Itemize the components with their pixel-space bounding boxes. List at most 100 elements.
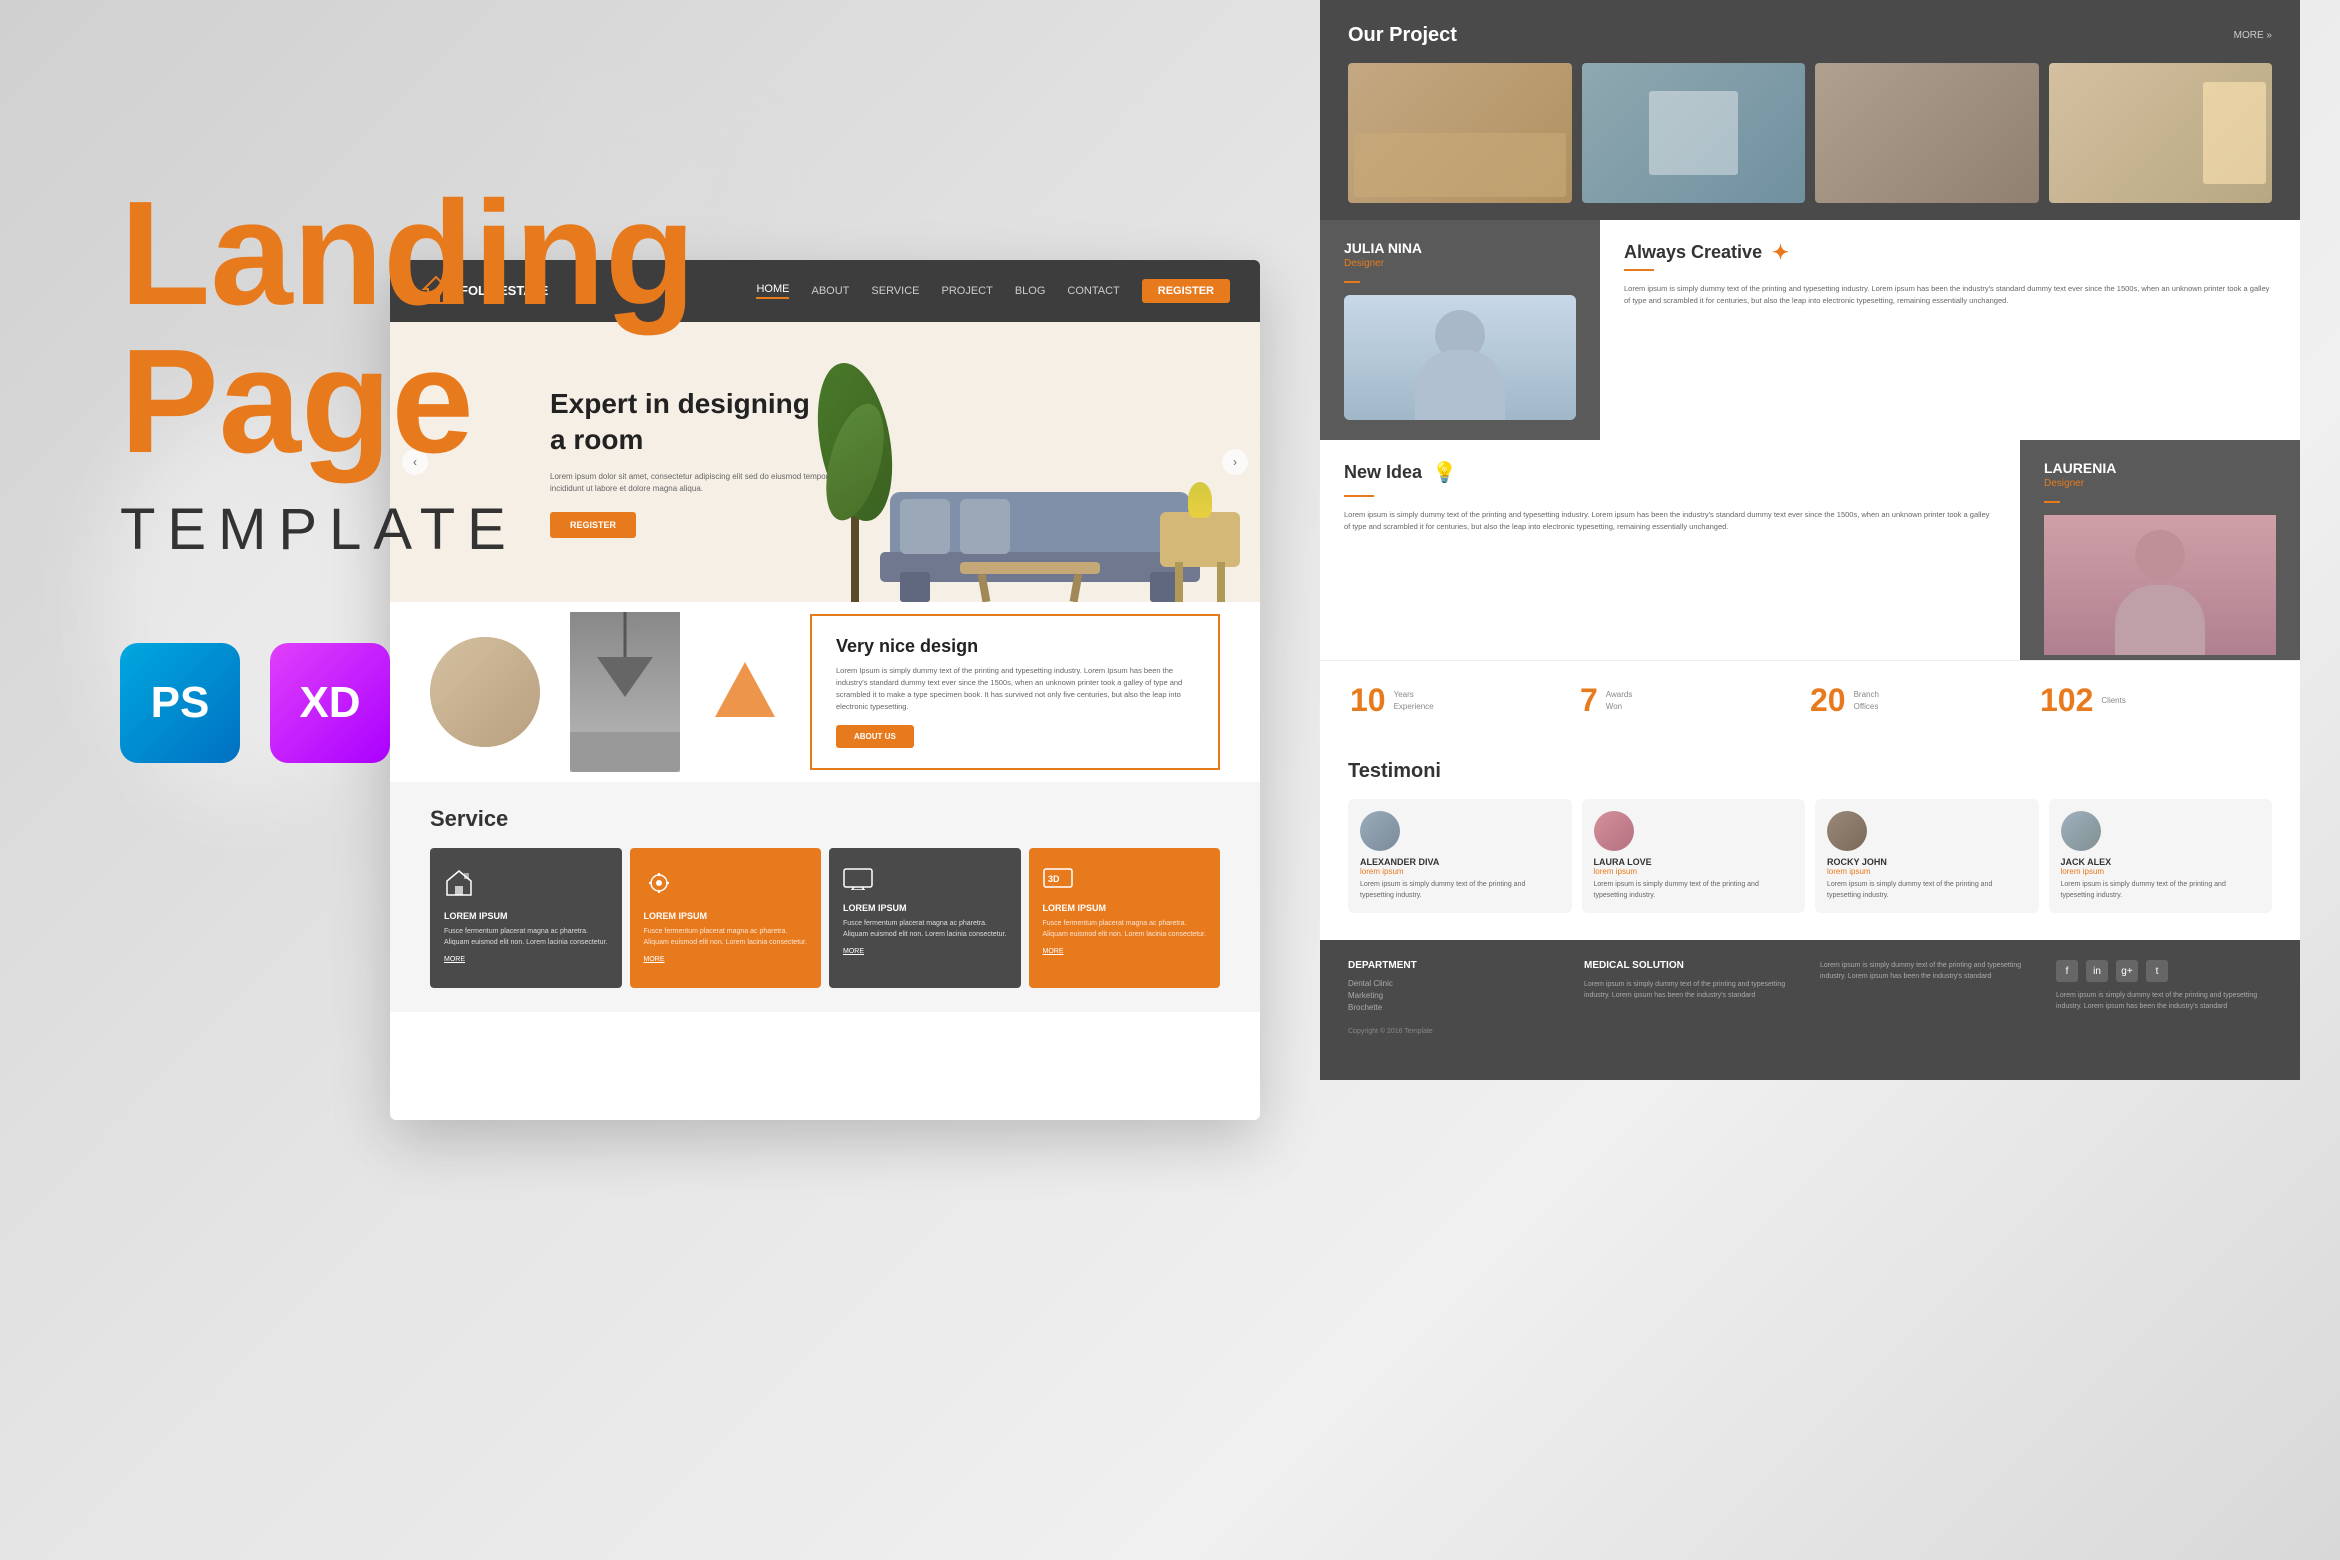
tools-row: PS XD — [120, 643, 390, 763]
testimoni-panel: Testimoni ALEXANDER DIVA lorem ipsum Lor… — [1320, 740, 2300, 940]
footer-col-2: MEDICAL SOLUTION Lorem ipsum is simply d… — [1584, 960, 1800, 1060]
team-right-1: Always Creative ✦ Lorem ipsum is simply … — [1600, 220, 2300, 440]
service-card-3-more[interactable]: MORE — [843, 948, 1007, 955]
xd-badge: XD — [270, 643, 390, 763]
creative-divider — [1624, 269, 1654, 271]
idea-icon: 💡 — [1432, 460, 1457, 485]
project-panel-title: Our Project — [1348, 24, 1457, 47]
testi-avatar-1 — [1360, 811, 1400, 851]
creative-icon: ✦ — [1772, 240, 1789, 265]
nav-service[interactable]: SERVICE — [871, 285, 919, 297]
testi-text-1: Lorem ipsum is simply dummy text of the … — [1360, 880, 1560, 901]
stats-panel: 10 YearsExperience 7 AwardsWon 20 Branch… — [1320, 660, 2300, 740]
stat-1-label: YearsExperience — [1394, 689, 1434, 711]
member-2-photo — [2044, 515, 2276, 655]
stat-1-number: 10 — [1350, 682, 1386, 719]
testi-avatar-2 — [1594, 811, 1634, 851]
testi-name-3: ROCKY JOHN — [1827, 857, 2027, 867]
about-us-button[interactable]: ABOUT US — [836, 725, 914, 748]
member-1-photo — [1344, 295, 1576, 420]
instagram-icon[interactable]: in — [2086, 960, 2108, 982]
hero-next-button[interactable]: › — [1222, 449, 1248, 475]
right-panels: Our Project MORE » — [1320, 0, 2300, 1080]
testi-role-2: lorem ipsum — [1594, 867, 1794, 876]
stat-4-label: Clients — [2101, 695, 2125, 706]
creative-title: Always Creative ✦ — [1624, 240, 2276, 265]
testi-avatar-4 — [2061, 811, 2101, 851]
testi-role-4: lorem ipsum — [2061, 867, 2261, 876]
facebook-icon[interactable]: f — [2056, 960, 2078, 982]
nav-blog[interactable]: BLOG — [1015, 285, 1046, 297]
testi-role-1: lorem ipsum — [1360, 867, 1560, 876]
testi-name-4: JACK ALEX — [2061, 857, 2261, 867]
service-card-4-more[interactable]: MORE — [1043, 948, 1207, 955]
our-project-panel: Our Project MORE » — [1320, 0, 2300, 220]
member-2-role: Designer — [2044, 478, 2276, 489]
nav-register-button[interactable]: REGISTER — [1142, 279, 1230, 303]
about-box-title: Very nice design — [836, 636, 1194, 657]
testimoni-cards: ALEXANDER DIVA lorem ipsum Lorem ipsum i… — [1348, 799, 2272, 913]
testi-text-2: Lorem ipsum is simply dummy text of the … — [1594, 880, 1794, 901]
team-panel-1: JULIA NINA Designer Always Creative ✦ — [1320, 220, 2300, 440]
project-more-link[interactable]: MORE » — [2234, 30, 2272, 41]
stat-4-number: 102 — [2040, 682, 2093, 719]
sub-title: TEMPLATE — [120, 496, 518, 563]
testi-name-1: ALEXANDER DIVA — [1360, 857, 1560, 867]
testimoni-title: Testimoni — [1348, 760, 2272, 783]
stat-2-label: AwardsWon — [1606, 689, 1633, 711]
team-panel-2: LAURENIA Designer — [2020, 440, 2300, 660]
team-left-1: JULIA NINA Designer — [1320, 220, 1600, 440]
left-panel: Landing Page TEMPLATE PS XD — [0, 0, 820, 1560]
testi-avatar-3 — [1827, 811, 1867, 851]
googleplus-icon[interactable]: g+ — [2116, 960, 2138, 982]
stat-3: 20 BranchOffices — [1810, 682, 2040, 719]
3d-icon: 3D — [1043, 868, 1073, 890]
member-1-name: JULIA NINA — [1344, 240, 1576, 256]
service-card-4-title: LOREM IPSUM — [1043, 903, 1207, 913]
footer-col-4-text: Lorem ipsum is simply dummy text of the … — [2056, 990, 2272, 1012]
stat-1: 10 YearsExperience — [1350, 682, 1580, 719]
idea-text: Lorem ipsum is simply dummy text of the … — [1344, 509, 1996, 533]
nav-links: HOME ABOUT SERVICE PROJECT BLOG CONTACT … — [756, 279, 1230, 303]
screen-icon — [843, 868, 873, 890]
footer-social-icons: f in g+ t — [2056, 960, 2272, 982]
service-card-4-text: Fusce fermentum placerat magna ac pharet… — [1043, 919, 1207, 940]
testi-card-1: ALEXANDER DIVA lorem ipsum Lorem ipsum i… — [1348, 799, 1572, 913]
project-panel-header: Our Project MORE » — [1348, 24, 2272, 47]
testi-card-4: JACK ALEX lorem ipsum Lorem ipsum is sim… — [2049, 799, 2273, 913]
svg-text:3D: 3D — [1048, 874, 1060, 884]
testi-name-2: LAURA LOVE — [1594, 857, 1794, 867]
twitter-icon[interactable]: t — [2146, 960, 2168, 982]
stat-4: 102 Clients — [2040, 682, 2270, 719]
hero-furniture — [800, 342, 1260, 602]
photoshop-badge: PS — [120, 643, 240, 763]
idea-title: New Idea 💡 — [1344, 460, 1996, 485]
member-1-role: Designer — [1344, 258, 1576, 269]
about-box-text: Lorem Ipsum is simply dummy text of the … — [836, 665, 1194, 713]
footer-dept-item-1: Dental Clinic — [1348, 979, 1564, 988]
idea-panel: New Idea 💡 Lorem ipsum is simply dummy t… — [1320, 440, 2020, 660]
nav-contact[interactable]: CONTACT — [1067, 285, 1119, 297]
nav-project[interactable]: PROJECT — [941, 285, 992, 297]
testi-text-3: Lorem ipsum is simply dummy text of the … — [1827, 880, 2027, 901]
idea-divider — [1344, 495, 1374, 497]
footer-col-3: Lorem ipsum is simply dummy text of the … — [1820, 960, 2036, 1060]
footer-col-4: f in g+ t Lorem ipsum is simply dummy te… — [2056, 960, 2272, 1060]
testi-card-3: ROCKY JOHN lorem ipsum Lorem ipsum is si… — [1815, 799, 2039, 913]
footer-panel: DEPARTMENT Dental Clinic Marketing Broch… — [1320, 940, 2300, 1080]
footer-dept-title: DEPARTMENT — [1348, 960, 1564, 971]
service-card-3: LOREM IPSUM Fusce fermentum placerat mag… — [829, 848, 1021, 988]
testi-card-2: LAURA LOVE lorem ipsum Lorem ipsum is si… — [1582, 799, 1806, 913]
member-2-name: LAURENIA — [2044, 460, 2276, 476]
testi-role-3: lorem ipsum — [1827, 867, 2027, 876]
stat-3-number: 20 — [1810, 682, 1846, 719]
creative-text: Lorem ipsum is simply dummy text of the … — [1624, 283, 2276, 307]
footer-dept-item-3: Brochette — [1348, 1003, 1564, 1012]
project-image-4 — [2049, 63, 2273, 203]
footer-copyright: Copyright © 2016 Template — [1348, 1028, 1564, 1035]
stat-2-number: 7 — [1580, 682, 1598, 719]
member-2-divider — [2044, 501, 2060, 503]
coffee-table — [960, 562, 1100, 602]
idea-team-panel: New Idea 💡 Lorem ipsum is simply dummy t… — [1320, 440, 2300, 660]
project-image-2 — [1582, 63, 1806, 203]
